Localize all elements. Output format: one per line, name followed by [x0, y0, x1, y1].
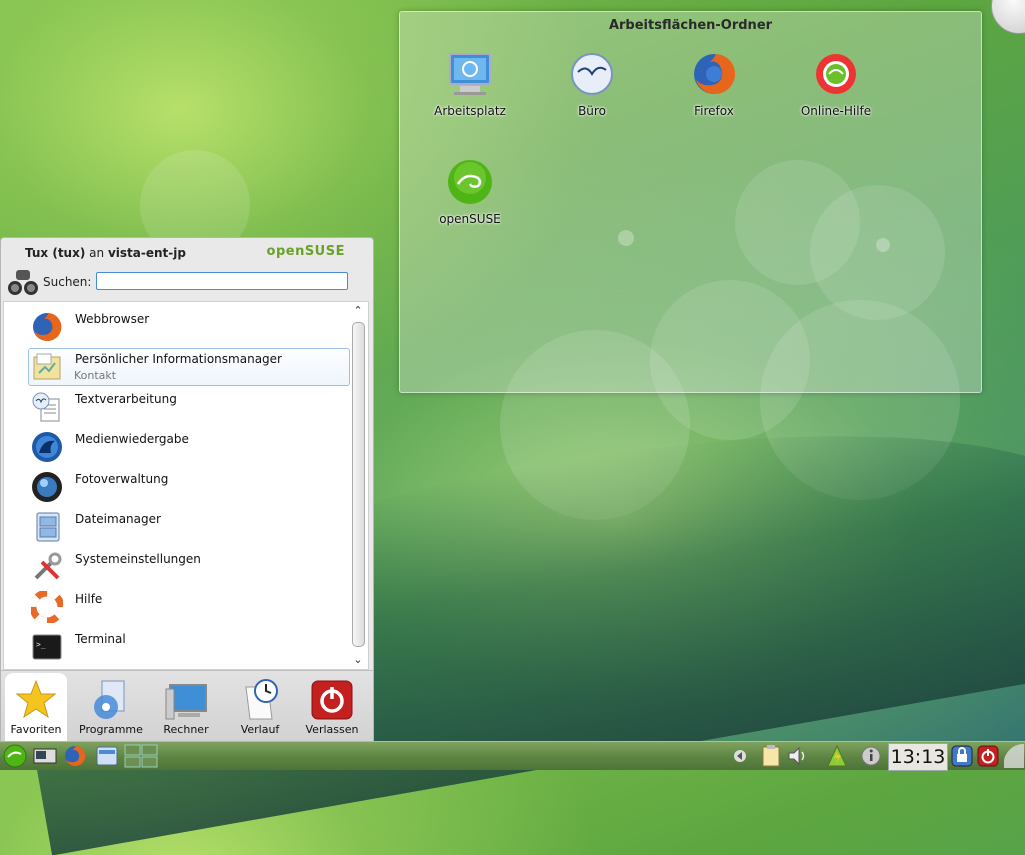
word-processor-icon	[31, 391, 63, 423]
show-desktop-icon[interactable]	[32, 744, 58, 768]
item-name: Hilfe	[75, 592, 103, 606]
item-name: Dateimanager	[75, 512, 161, 526]
list-item-hilfe[interactable]: Hilfe	[28, 588, 350, 626]
tab-favoriten[interactable]: Favoriten	[5, 673, 67, 741]
item-name: Webbrowser	[75, 312, 150, 326]
power-icon	[310, 679, 354, 721]
desktop-icon-label: Online-Hilfe	[800, 104, 872, 118]
user-info: Tux (tux) an vista-ent-jp	[25, 246, 186, 260]
search-input[interactable]	[96, 272, 348, 290]
tab-verlauf[interactable]: Verlauf	[229, 673, 291, 741]
kickoff-launcher-menu: Tux (tux) an vista-ent-jp openSUSE Suche…	[0, 237, 374, 744]
programs-icon	[88, 679, 132, 721]
systray-collapse-arrow-icon[interactable]	[733, 744, 747, 768]
media-player-icon	[31, 431, 63, 463]
panel-clock[interactable]: 13:13	[888, 743, 948, 771]
panel-toolbox-icon[interactable]	[1003, 743, 1024, 768]
list-item-webbrowser[interactable]: Webbrowser	[28, 308, 350, 346]
kickoff-launcher-button[interactable]	[2, 744, 28, 768]
desktop-toolbox-button[interactable]	[991, 0, 1025, 34]
firefox-icon	[690, 50, 738, 98]
terminal-icon: >_	[31, 631, 63, 663]
tab-label: Favoriten	[10, 723, 62, 736]
tab-rechner[interactable]: Rechner	[155, 673, 217, 741]
user-name: Tux (tux)	[25, 246, 86, 260]
software-updater-icon[interactable]	[826, 744, 848, 768]
tab-label: Programme	[79, 723, 143, 736]
desktop-icon-online-hilfe[interactable]: Online-Hilfe	[786, 50, 886, 118]
clock-icon	[238, 679, 282, 721]
tab-programme[interactable]: Programme	[79, 673, 143, 741]
clipboard-icon[interactable]	[760, 744, 782, 768]
desktop-icon-firefox[interactable]: Firefox	[664, 50, 764, 118]
opensuse-icon	[446, 158, 494, 206]
computer-icon	[446, 50, 494, 98]
desktop-icon-label: Firefox	[694, 104, 734, 118]
item-description: Kontakt	[74, 369, 117, 382]
help-lifebuoy-icon	[29, 589, 65, 625]
list-item-fotoverwaltung[interactable]: Fotoverwaltung	[28, 468, 350, 506]
settings-icon	[31, 551, 63, 583]
scroll-up-chevron-icon[interactable]: ⌃	[352, 305, 364, 317]
desktop-icon-label: openSUSE	[439, 212, 501, 226]
file-manager-quicklaunch-icon[interactable]	[94, 744, 120, 768]
virtual-desktop-pager[interactable]	[124, 744, 158, 768]
svg-text:>_: >_	[36, 640, 46, 649]
computer-icon	[164, 679, 208, 721]
tab-label: Verlassen	[305, 723, 359, 736]
desktop-icon-opensuse[interactable]: openSUSE	[420, 158, 520, 226]
desktop-icon-arbeitsplatz[interactable]: Arbeitsplatz	[420, 50, 520, 118]
tab-label: Verlauf	[240, 723, 280, 736]
item-name: Fotoverwaltung	[75, 472, 169, 486]
file-manager-icon	[31, 511, 63, 543]
kickoff-tab-bar: Favoriten Programme Rechner Verlauf Verl…	[1, 670, 373, 743]
online-help-icon	[812, 50, 860, 98]
list-item-medienwiedergabe[interactable]: Medienwiedergabe	[28, 428, 350, 466]
taskbar-panel: 13:13	[0, 741, 1025, 771]
binoculars-icon	[7, 268, 39, 298]
list-item-dateimanager[interactable]: Dateimanager	[28, 508, 350, 546]
host-name: vista-ent-jp	[107, 246, 186, 260]
list-item-pim[interactable]: Persönlicher Informationsmanager Kontakt	[28, 348, 350, 386]
favorites-list: Webbrowser Persönlicher Informationsmana…	[3, 301, 369, 670]
list-item-textverarbeitung[interactable]: Textverarbeitung	[28, 388, 350, 426]
tab-verlassen[interactable]: Verlassen	[301, 673, 363, 741]
pim-icon	[31, 351, 63, 383]
photo-manager-icon	[31, 471, 63, 503]
info-icon[interactable]	[860, 744, 882, 768]
scrollbar-thumb[interactable]	[352, 322, 365, 647]
volume-icon[interactable]	[786, 744, 810, 768]
list-item-terminal[interactable]: >_ Terminal	[28, 628, 350, 666]
opensuse-brand: openSUSE	[266, 244, 345, 259]
list-item-systemeinstellungen[interactable]: Systemeinstellungen	[28, 548, 350, 586]
desktop-folder-view: Arbeitsflächen-Ordner Arbeitsplatz Büro …	[399, 11, 982, 393]
search-label: Suchen:	[43, 275, 92, 289]
folder-title: Arbeitsflächen-Ordner	[608, 18, 773, 33]
user-connector: an	[89, 246, 105, 260]
office-icon	[568, 50, 616, 98]
scroll-down-chevron-icon[interactable]: ⌄	[352, 654, 364, 666]
desktop-icon-label: Büro	[578, 104, 606, 118]
item-name: Terminal	[75, 632, 126, 646]
item-name: Textverarbeitung	[75, 392, 177, 406]
desktop-icon-buero[interactable]: Büro	[542, 50, 642, 118]
firefox-icon	[31, 311, 63, 343]
desktop-icon-label: Arbeitsplatz	[434, 104, 506, 118]
tab-label: Rechner	[163, 723, 209, 736]
item-name: Medienwiedergabe	[75, 432, 189, 446]
logout-power-icon[interactable]	[976, 744, 1000, 768]
lock-screen-icon[interactable]	[950, 744, 974, 768]
item-name: Persönlicher Informationsmanager	[75, 352, 282, 366]
firefox-quicklaunch-icon[interactable]	[62, 744, 88, 768]
star-icon	[14, 679, 58, 721]
item-name: Systemeinstellungen	[75, 552, 201, 566]
list-scrollbar[interactable]: ⌃ ⌄	[350, 302, 366, 669]
